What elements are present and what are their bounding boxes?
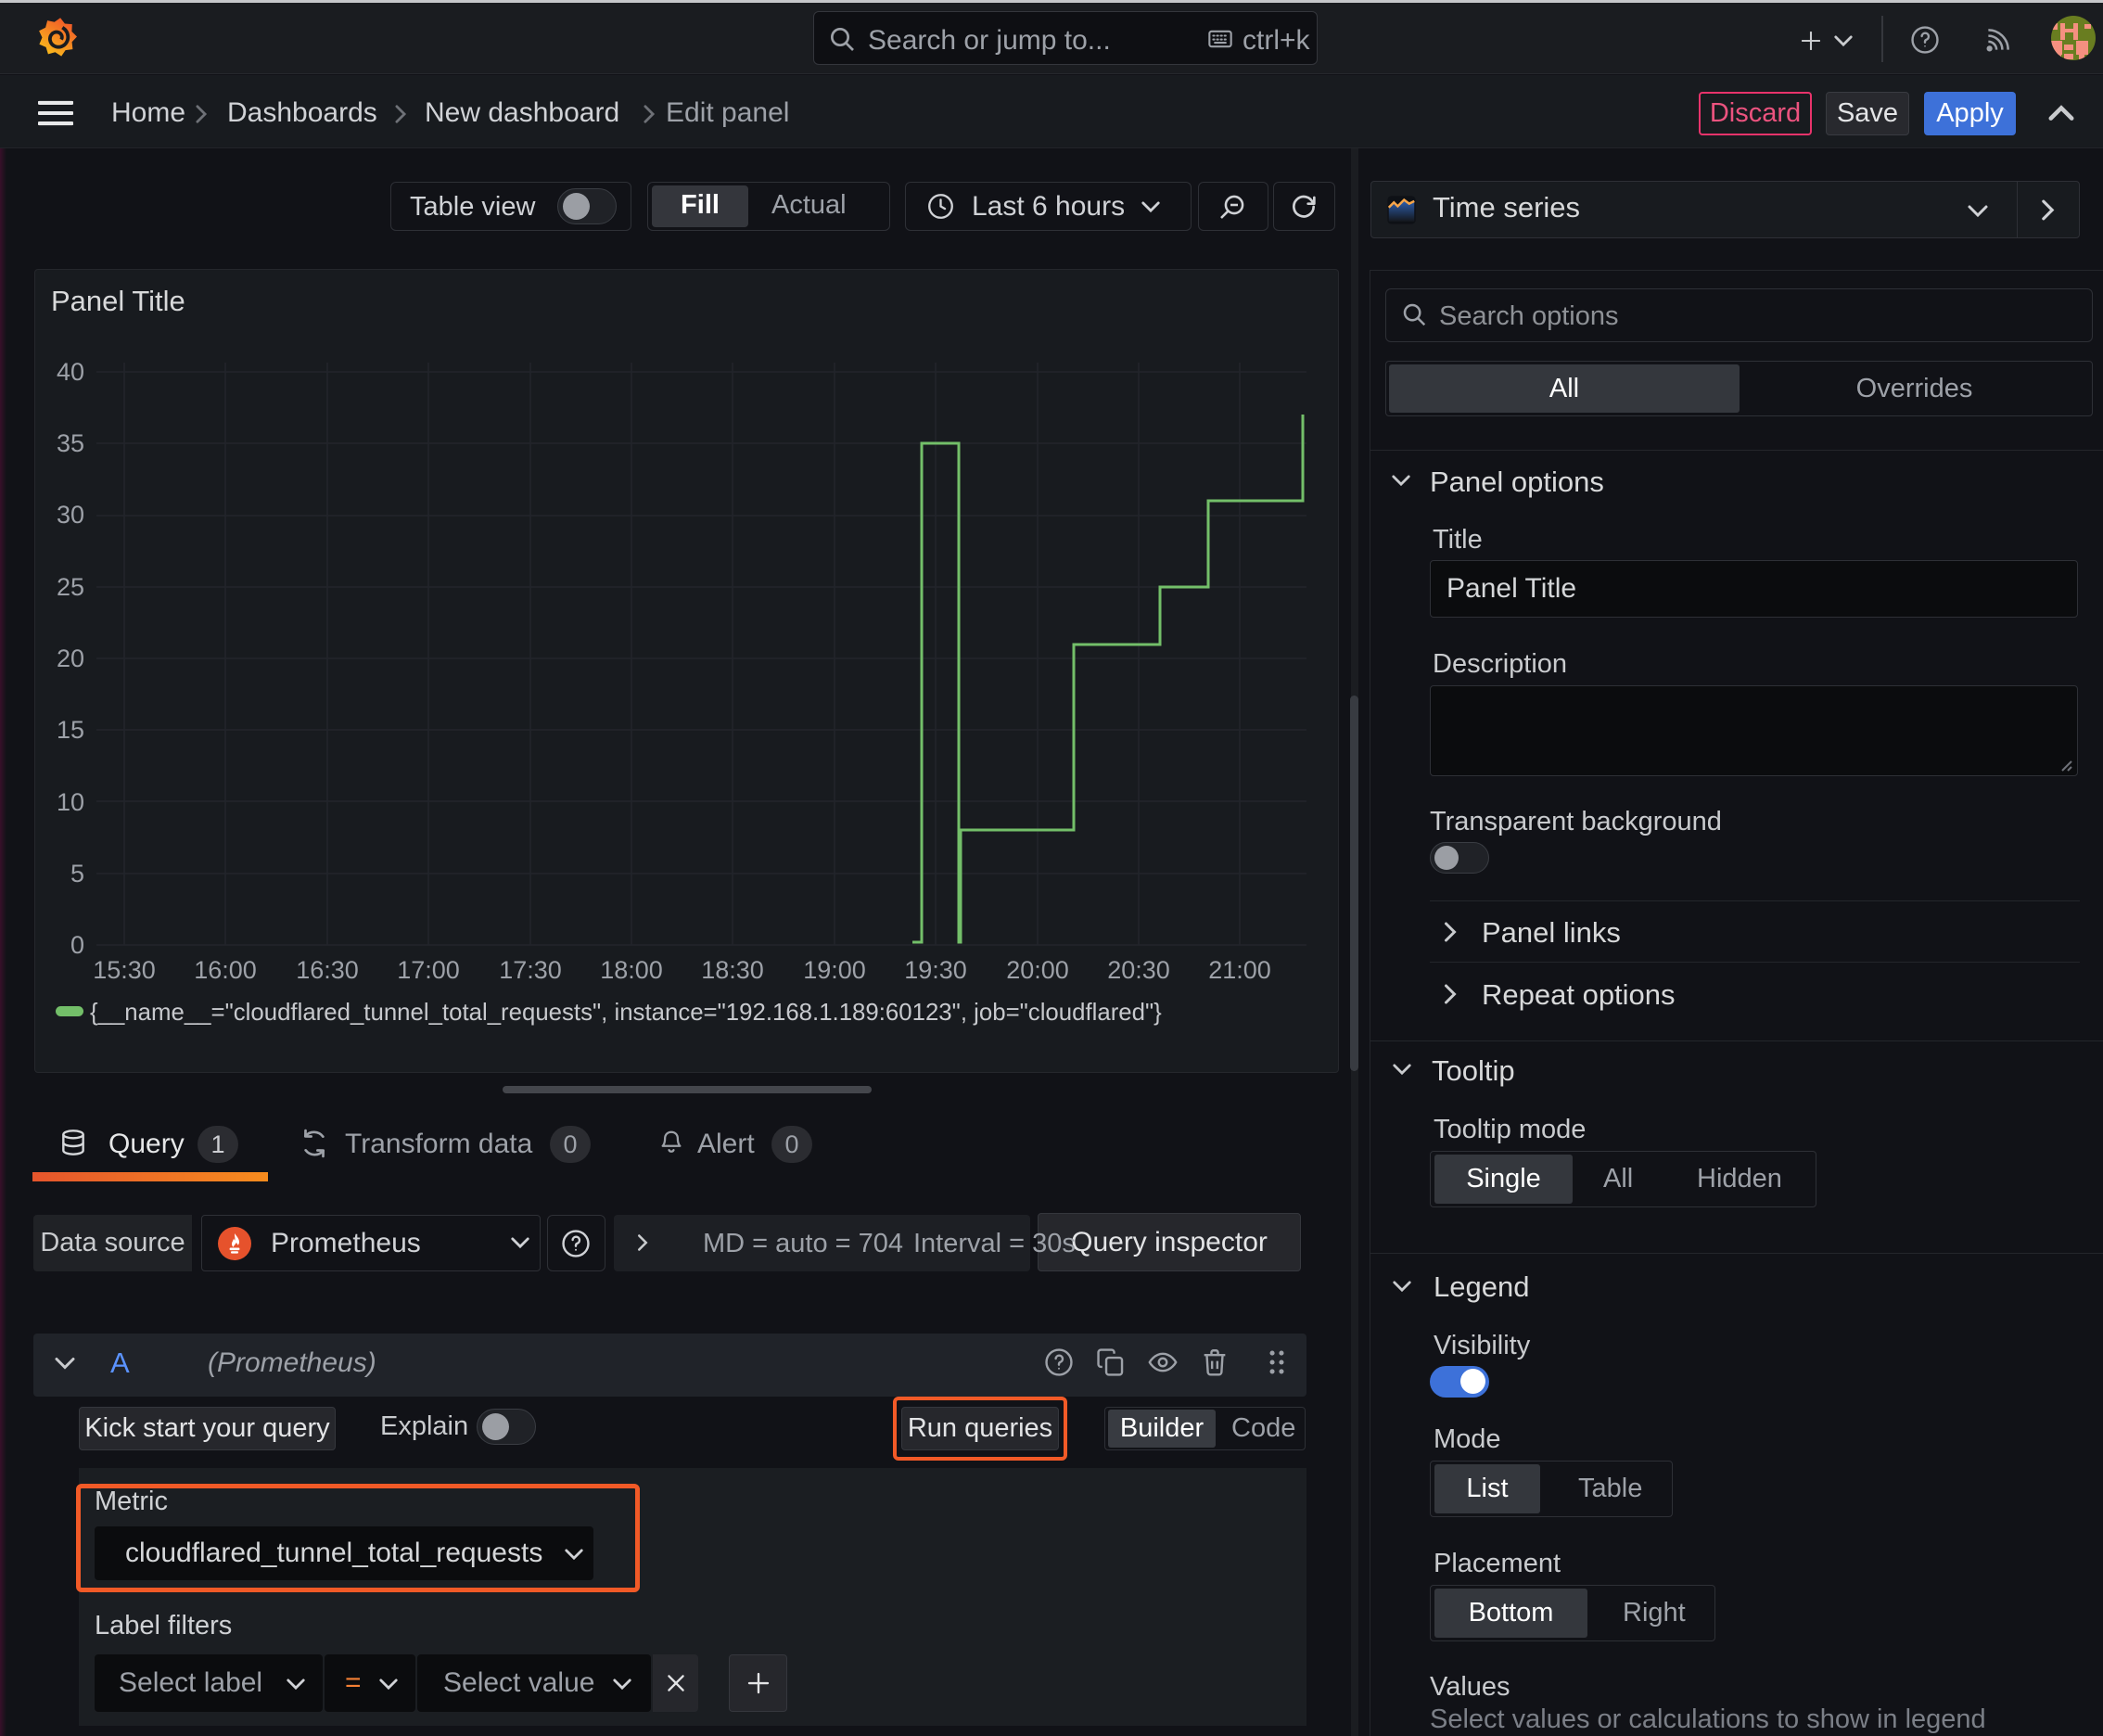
svg-text:15: 15 (57, 716, 84, 744)
svg-text:17:00: 17:00 (397, 956, 460, 984)
svg-text:{__name__="cloudflared_tunnel_: {__name__="cloudflared_tunnel_total_requ… (90, 1000, 1162, 1026)
svg-text:0: 0 (70, 931, 84, 959)
svg-text:16:30: 16:30 (296, 956, 359, 984)
svg-text:17:30: 17:30 (499, 956, 562, 984)
svg-text:20:00: 20:00 (1006, 956, 1069, 984)
svg-text:10: 10 (57, 788, 84, 816)
svg-text:19:30: 19:30 (904, 956, 967, 984)
svg-text:16:00: 16:00 (194, 956, 257, 984)
svg-text:35: 35 (57, 429, 84, 457)
svg-text:25: 25 (57, 573, 84, 601)
svg-text:19:00: 19:00 (803, 956, 866, 984)
svg-text:15:30: 15:30 (93, 956, 156, 984)
svg-text:5: 5 (70, 860, 84, 887)
svg-text:21:00: 21:00 (1208, 956, 1271, 984)
svg-text:18:00: 18:00 (600, 956, 663, 984)
svg-text:30: 30 (57, 501, 84, 529)
svg-text:40: 40 (57, 358, 84, 386)
svg-text:20:30: 20:30 (1107, 956, 1170, 984)
svg-text:20: 20 (57, 645, 84, 672)
svg-text:18:30: 18:30 (701, 956, 764, 984)
